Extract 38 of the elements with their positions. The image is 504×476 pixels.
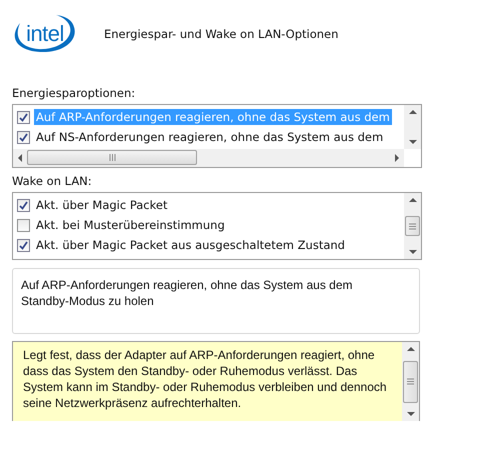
scroll-thumb[interactable]	[27, 150, 197, 165]
checkmark-icon	[19, 112, 28, 122]
summary-text: Auf ARP-Anforderungen reagieren, ohne das System aus dem Standby-Modus zu holen	[12, 268, 420, 334]
checkbox[interactable]	[17, 110, 30, 124]
section-label: Energiesparoptionen:	[12, 86, 136, 102]
option-label[interactable]: Akt. über Magic Packet	[34, 197, 170, 213]
scroll-thumb[interactable]	[403, 360, 418, 402]
scroll-up-icon[interactable]	[406, 346, 414, 352]
grip-icon	[407, 378, 414, 385]
scroll-up-icon[interactable]	[408, 109, 416, 115]
vertical-scrollbar[interactable]	[404, 193, 421, 259]
scroll-down-icon[interactable]	[408, 249, 416, 255]
checkmark-icon	[19, 132, 28, 142]
checkbox[interactable]	[17, 218, 30, 232]
option-label[interactable]: Akt. bei Musterübereinstimmung	[34, 217, 227, 233]
horizontal-scrollbar[interactable]	[13, 149, 404, 167]
grip-icon	[409, 222, 416, 230]
checkbox-list[interactable]: Auf ARP-Anforderungen reagieren, ohne das System aus dem Auf NS-Anforderungen reagieren, ohne das System aus dem	[12, 104, 422, 168]
scroll-right-icon[interactable]	[394, 154, 400, 162]
vertical-scrollbar[interactable]	[404, 105, 421, 149]
checkmark-icon	[19, 200, 28, 210]
section-label: Wake on LAN:	[12, 174, 93, 190]
scroll-down-icon[interactable]	[406, 411, 414, 417]
scroll-up-icon[interactable]	[408, 197, 416, 203]
checkbox[interactable]	[17, 198, 30, 212]
checkmark-icon	[19, 240, 28, 250]
dialog-title: Energiespar- und Wake on LAN-Optionen	[104, 27, 338, 41]
vertical-scrollbar[interactable]	[402, 342, 419, 421]
checkbox[interactable]	[17, 130, 30, 144]
checkbox-list[interactable]: Akt. über Magic Packet Akt. bei Musterübereinstimmung Akt. über Magic Packet aus ausgeschaltetem Zustand	[12, 192, 422, 260]
option-label[interactable]: Akt. über Magic Packet aus ausgeschaltetem Zustand	[34, 237, 347, 253]
scroll-down-icon[interactable]	[408, 139, 416, 145]
option-label[interactable]: Auf NS-Anforderungen reagieren, ohne das System aus dem	[34, 129, 386, 145]
grip-icon	[108, 154, 116, 161]
checkbox[interactable]	[17, 238, 30, 252]
help-text: Legt fest, dass der Adapter auf ARP-Anforderungen reagiert, ohne dass das System den Standby- oder Ruhemodus verlässt. Das System kann im Standby- oder Ruhemodus verbleiben und dennoch seine Netzwerkpräsenz aufrechterhalten.	[22, 347, 388, 412]
scroll-thumb[interactable]	[405, 216, 420, 236]
scroll-left-icon[interactable]	[17, 154, 23, 162]
